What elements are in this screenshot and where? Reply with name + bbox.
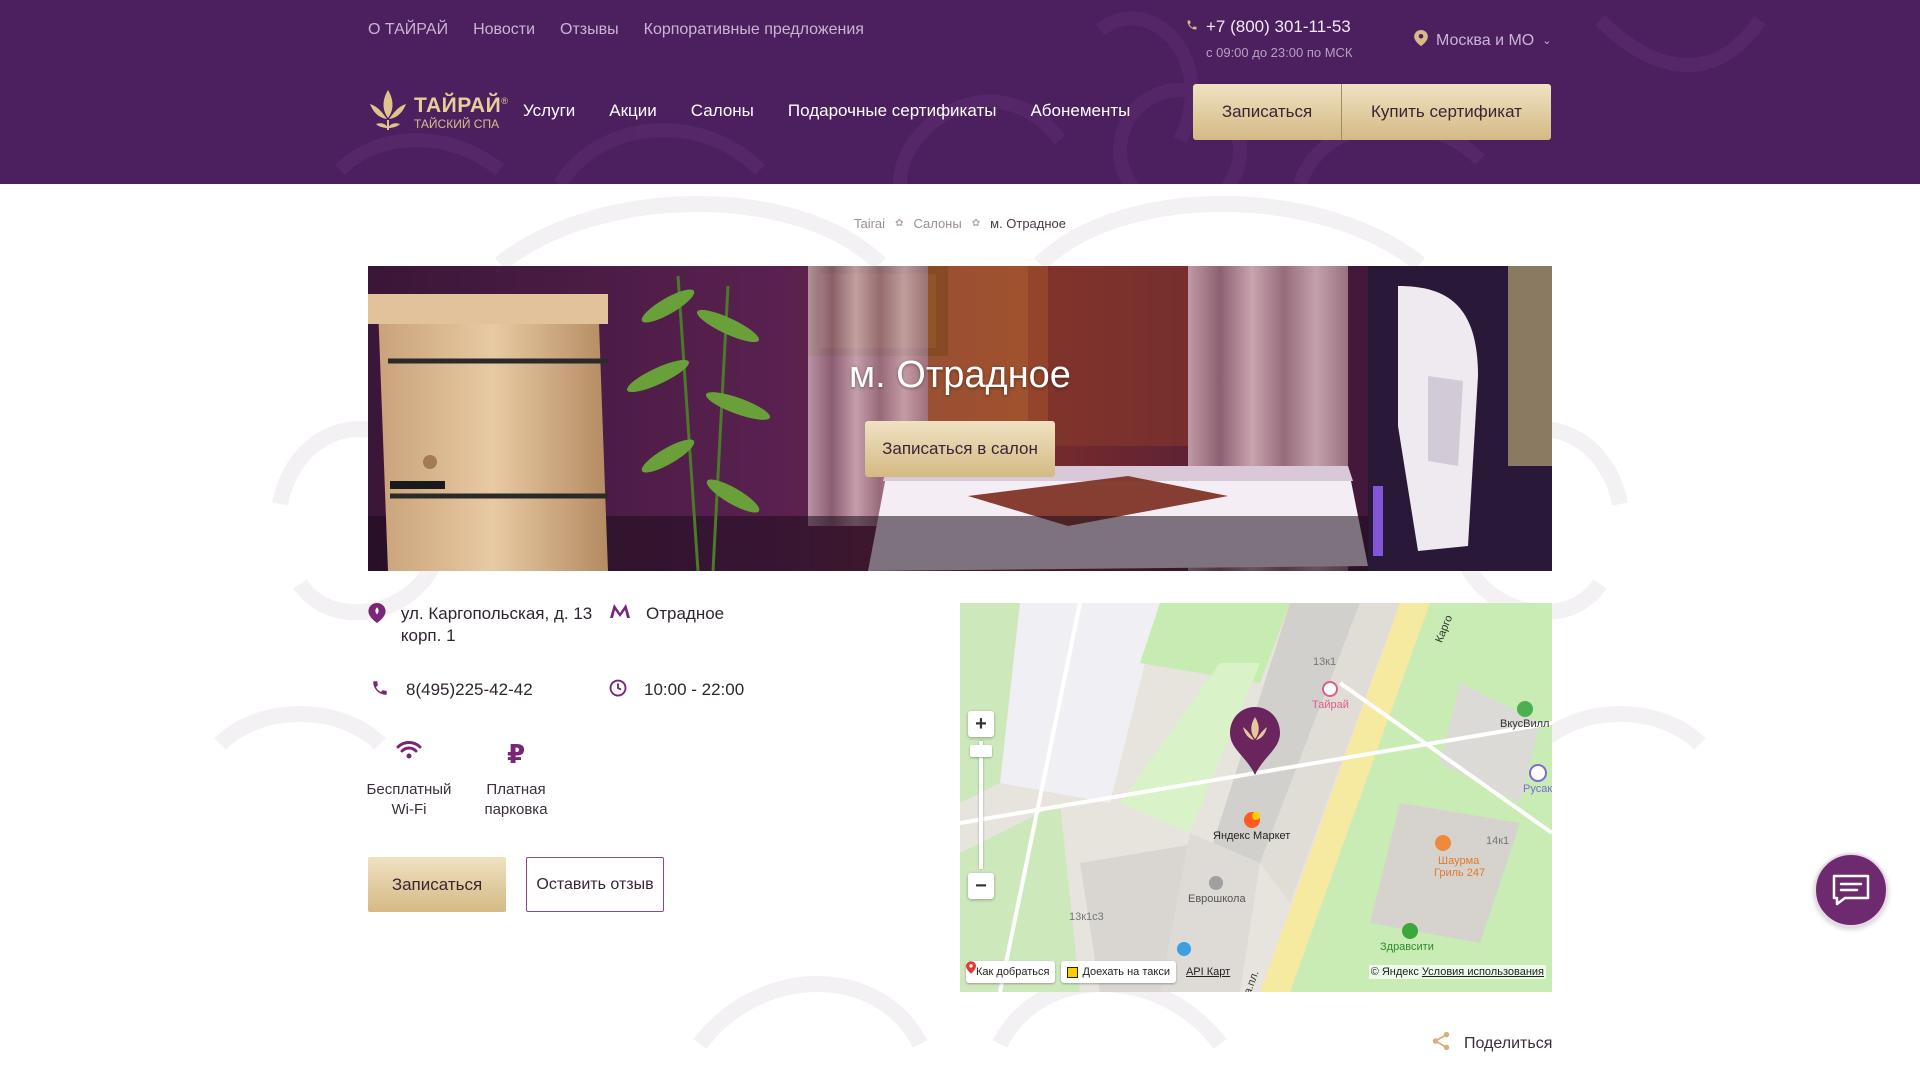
map-label-rusak: Русак <box>1523 783 1552 795</box>
ruble-icon: ₽ <box>506 739 526 769</box>
breadcrumb: Tairai ✿ Салоны ✿ м. Отрадное <box>0 216 1920 231</box>
salon-hero: м. Отрадное Записаться в салон <box>368 266 1552 571</box>
copyright-text: © Яндекс <box>1370 966 1419 978</box>
header-buttons: Записаться Купить сертификат <box>1193 84 1551 140</box>
logo-main: ТАЙРАЙ <box>414 93 502 117</box>
map-copyright: © Яндекс Условия использования <box>1368 965 1546 979</box>
nav-services[interactable]: Услуги <box>523 100 575 122</box>
salon-phone: 8(495)225-42-42 <box>368 679 533 703</box>
main-nav: Услуги Акции Салоны Подарочные сертифика… <box>523 100 1130 122</box>
metro-text: Отрадное <box>646 604 725 623</box>
share-button[interactable]: Поделиться <box>1430 1030 1552 1057</box>
map-label-building: 13к1 <box>1313 656 1337 668</box>
breadcrumb-home[interactable]: Tairai <box>854 216 885 231</box>
chevron-down-icon: ⌄ <box>1542 35 1552 47</box>
salon-title: м. Отрадное <box>849 354 1071 396</box>
salon-hours: 10:00 - 22:00 <box>606 679 744 703</box>
logo-registered-mark: ® <box>501 95 509 106</box>
header-phone-block: +7 (800) 301-11-53 с 09:00 до 23:00 по М… <box>1186 17 1353 60</box>
header-phone[interactable]: +7 (800) 301-11-53 <box>1206 17 1351 37</box>
map-label-vkusvill: ВкусВилл <box>1500 718 1550 730</box>
leave-review-button[interactable]: Оставить отзыв <box>526 857 664 912</box>
amenity-wifi: Бесплатный Wi-Fi <box>354 740 464 820</box>
book-salon-button[interactable]: Записаться в салон <box>865 421 1055 477</box>
map-label-market: Яндекс Маркет <box>1213 830 1291 842</box>
map-label-building-2: 14к1 <box>1486 835 1510 847</box>
taxi-icon <box>1067 966 1079 978</box>
nav-gift-certificates[interactable]: Подарочные сертификаты <box>788 100 997 122</box>
phone-icon <box>368 679 392 703</box>
header-book-button[interactable]: Записаться <box>1193 84 1342 140</box>
breadcrumb-current: м. Отрадное <box>990 216 1067 231</box>
salon-metro: Отрадное <box>608 603 724 627</box>
amenity-wifi-label: Бесплатный Wi-Fi <box>366 781 452 818</box>
chat-icon <box>1832 874 1870 906</box>
region-label: Москва и МО <box>1436 31 1535 49</box>
phone-text[interactable]: 8(495)225-42-42 <box>406 679 533 703</box>
nav-salons[interactable]: Салоны <box>691 100 754 122</box>
map-label-shaurma-2: Гриль 247 <box>1434 867 1486 879</box>
logo[interactable]: ТАЙРАЙ® ТАЙСКИЙ СПА <box>368 88 508 132</box>
map-label-zdravsiti: Здравсити <box>1380 941 1434 953</box>
buy-certificate-button[interactable]: Купить сертификат <box>1342 84 1551 140</box>
salon-address: ул. Каргопольская, д. 13 корп. 1 <box>368 603 598 647</box>
amenity-parking-label: Платная парковка <box>484 781 548 818</box>
map-label-evroshkola: Еврошкола <box>1188 893 1246 905</box>
location-pin-icon <box>368 603 387 627</box>
logo-sub: ТАЙСКИЙ СПА <box>414 116 500 131</box>
address-text: ул. Каргопольская, д. 13 корп. 1 <box>400 604 593 645</box>
route-label: Как добраться <box>976 966 1050 978</box>
yandex-map[interactable]: 13к1 Тайрай ВкусВилл Русак Яндекс Маркет… <box>960 603 1552 992</box>
zoom-handle[interactable] <box>970 745 992 757</box>
map-label-tairai: Тайрай <box>1312 699 1349 711</box>
header-ornament <box>335 11 1766 184</box>
route-button[interactable]: Как добраться <box>966 961 1056 983</box>
chat-widget-button[interactable] <box>1814 853 1888 927</box>
hours-text: 10:00 - 22:00 <box>644 680 745 699</box>
nav-subscriptions[interactable]: Абонементы <box>1030 100 1130 122</box>
top-nav: О ТАЙРАЙ Новости Отзывы Корпоративные пр… <box>368 20 864 40</box>
wifi-icon <box>354 740 464 768</box>
share-label: Поделиться <box>1464 1034 1553 1052</box>
share-icon <box>1430 1030 1452 1057</box>
map-controls-bottom: Как добраться Доехать на такси API Карт <box>966 961 1230 983</box>
taxi-label: Доехать на такси <box>1082 966 1170 978</box>
location-pin-icon <box>1414 30 1428 51</box>
topnav-corporate[interactable]: Корпоративные предложения <box>644 20 864 40</box>
nav-promo[interactable]: Акции <box>609 100 657 122</box>
book-button[interactable]: Записаться <box>368 857 506 912</box>
header-hours: с 09:00 до 23:00 по МСК <box>1206 45 1353 60</box>
zoom-out-button[interactable]: − <box>968 873 994 899</box>
salon-photo <box>368 266 1552 571</box>
topnav-about[interactable]: О ТАЙРАЙ <box>368 20 448 40</box>
amenity-parking: ₽ Платная парковка <box>461 740 571 820</box>
zoom-in-button[interactable]: + <box>968 711 994 737</box>
breadcrumb-salons[interactable]: Салоны <box>913 216 961 231</box>
terms-link[interactable]: Условия использования <box>1422 966 1544 978</box>
phone-icon <box>1186 18 1198 36</box>
map-api-link[interactable]: API Карт <box>1186 966 1230 978</box>
topnav-news[interactable]: Новости <box>473 20 535 40</box>
region-selector[interactable]: Москва и МО ⌄ <box>1414 30 1551 51</box>
site-header: О ТАЙРАЙ Новости Отзывы Корпоративные пр… <box>0 0 1920 184</box>
map-label-shaurma: Шаурма <box>1438 855 1480 867</box>
zoom-slider[interactable] <box>970 741 992 869</box>
topnav-reviews[interactable]: Отзывы <box>560 20 619 40</box>
map-zoom-control: + − <box>968 711 994 899</box>
map-canvas <box>960 603 1552 992</box>
clock-icon <box>606 679 630 703</box>
taxi-button[interactable]: Доехать на такси <box>1061 961 1176 983</box>
lotus-logo-icon <box>370 90 406 130</box>
lotus-separator-icon: ✿ <box>971 218 981 229</box>
map-label-building-3: 13к1с3 <box>1069 911 1104 923</box>
lotus-separator-icon: ✿ <box>895 218 904 229</box>
metro-icon <box>608 603 632 627</box>
